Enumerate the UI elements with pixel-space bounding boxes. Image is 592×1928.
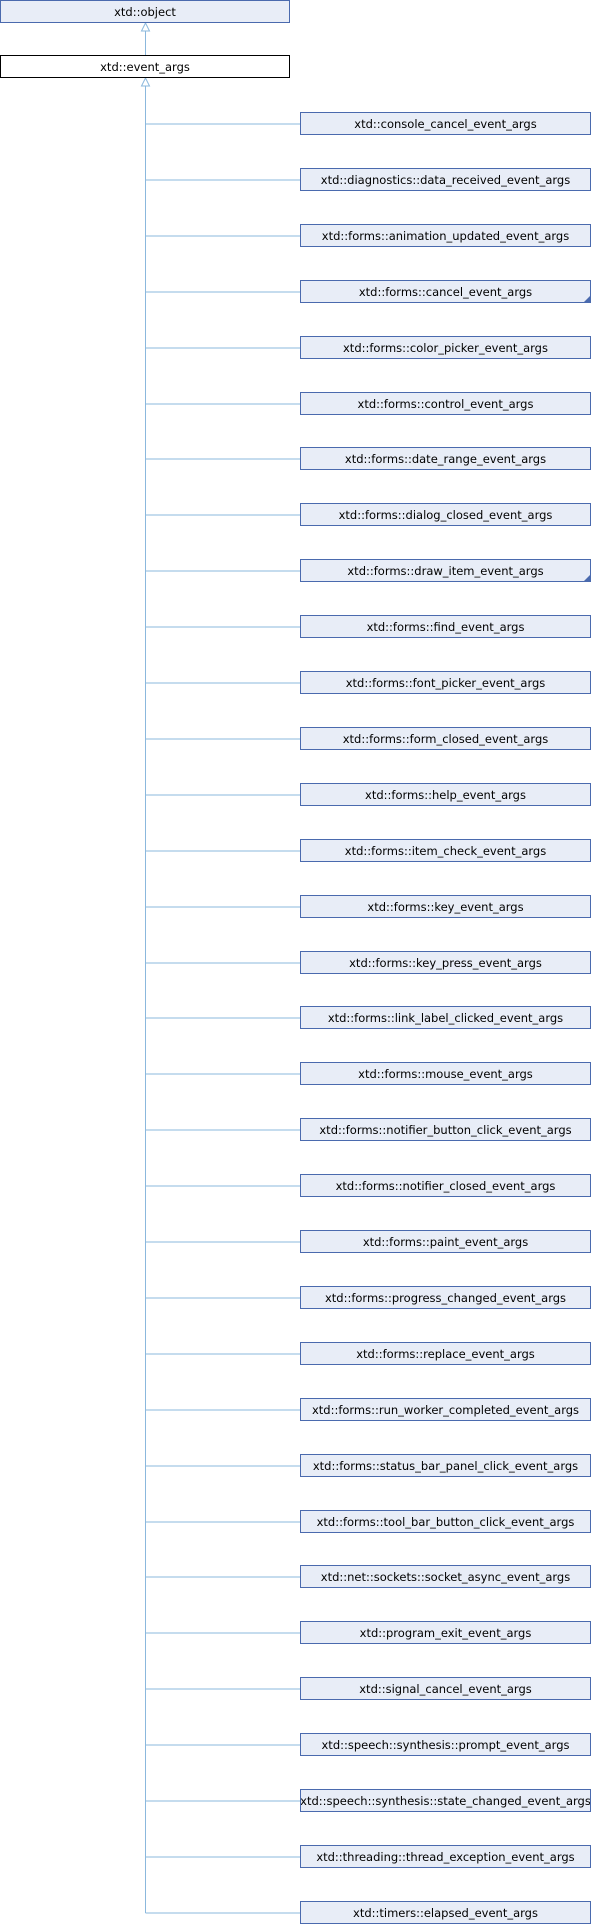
class-node-child[interactable]: xtd::forms::cancel_event_args [300,280,591,303]
class-node-label: xtd::forms::color_picker_event_args [343,340,548,355]
class-node-label: xtd::object [114,4,176,19]
class-node-child[interactable]: xtd::forms::notifier_button_click_event_… [300,1118,591,1141]
class-node-label: xtd::threading::thread_exception_event_a… [316,1849,575,1864]
class-node-child[interactable]: xtd::forms::tool_bar_button_click_event_… [300,1510,591,1533]
class-node-child[interactable]: xtd::speech::synthesis::state_changed_ev… [300,1789,591,1812]
class-node-child[interactable]: xtd::forms::key_press_event_args [300,951,591,974]
class-node-current: xtd::event_args [0,55,290,78]
class-node-child[interactable]: xtd::forms::dialog_closed_event_args [300,503,591,526]
class-node-child[interactable]: xtd::forms::control_event_args [300,392,591,415]
class-node-child[interactable]: xtd::forms::color_picker_event_args [300,336,591,359]
class-node-child[interactable]: xtd::threading::thread_exception_event_a… [300,1845,591,1868]
class-node-label: xtd::program_exit_event_args [359,1625,532,1640]
class-node-label: xtd::forms::link_label_clicked_event_arg… [327,1010,564,1025]
inheritance-arrowhead [140,76,151,87]
class-node-child[interactable]: xtd::forms::draw_item_event_args [300,559,591,582]
class-node-label: xtd::forms::help_event_args [365,787,526,802]
class-node-child[interactable]: xtd::forms::mouse_event_args [300,1062,591,1085]
class-node-label: xtd::forms::notifier_button_click_event_… [319,1122,572,1137]
class-node-label: xtd::forms::animation_updated_event_args [321,228,570,243]
class-node-child[interactable]: xtd::forms::run_worker_completed_event_a… [300,1398,591,1421]
class-node-child[interactable]: xtd::timers::elapsed_event_args [300,1901,591,1924]
class-node-label: xtd::signal_cancel_event_args [359,1681,532,1696]
class-node-child[interactable]: xtd::forms::animation_updated_event_args [300,224,591,247]
class-node-child[interactable]: xtd::forms::help_event_args [300,783,591,806]
class-node-label: xtd::event_args [100,59,190,74]
class-node-label: xtd::forms::dialog_closed_event_args [338,507,553,522]
class-node-label: xtd::forms::draw_item_event_args [347,563,544,578]
class-node-label: xtd::console_cancel_event_args [354,116,537,131]
class-node-child[interactable]: xtd::forms::progress_changed_event_args [300,1286,591,1309]
class-node-label: xtd::forms::replace_event_args [356,1346,535,1361]
class-node-label: xtd::forms::progress_changed_event_args [324,1290,567,1305]
class-node-label: xtd::speech::synthesis::state_changed_ev… [300,1793,591,1808]
class-node-child[interactable]: xtd::diagnostics::data_received_event_ar… [300,168,591,191]
class-node-label: xtd::forms::mouse_event_args [358,1066,533,1081]
class-node-label: xtd::forms::paint_event_args [362,1234,529,1249]
class-node-child[interactable]: xtd::forms::replace_event_args [300,1342,591,1365]
class-node-child[interactable]: xtd::forms::find_event_args [300,615,591,638]
class-node-child[interactable]: xtd::console_cancel_event_args [300,112,591,135]
class-node-label: xtd::forms::key_event_args [367,899,524,914]
class-node-label: xtd::forms::item_check_event_args [344,843,547,858]
class-node-child[interactable]: xtd::forms::date_range_event_args [300,447,591,470]
class-node-label: xtd::speech::synthesis::prompt_event_arg… [321,1737,570,1752]
class-node-child[interactable]: xtd::forms::status_bar_panel_click_event… [300,1454,591,1477]
class-node-label: xtd::diagnostics::data_received_event_ar… [320,172,571,187]
class-node-child[interactable]: xtd::signal_cancel_event_args [300,1677,591,1700]
inheritance-diagram: xtd::object xtd::event_args xtd::console… [0,0,592,1928]
more-subclasses-marker [584,575,590,581]
class-node-child[interactable]: xtd::speech::synthesis::prompt_event_arg… [300,1733,591,1756]
class-node-child[interactable]: xtd::forms::notifier_closed_event_args [300,1174,591,1197]
class-node-child[interactable]: xtd::forms::form_closed_event_args [300,727,591,750]
inheritance-arrowhead [140,21,151,32]
class-node-child[interactable]: xtd::program_exit_event_args [300,1621,591,1644]
class-node-child[interactable]: xtd::forms::item_check_event_args [300,839,591,862]
class-node-label: xtd::timers::elapsed_event_args [353,1905,538,1920]
class-node-label: xtd::forms::key_press_event_args [349,955,542,970]
class-node-child[interactable]: xtd::forms::paint_event_args [300,1230,591,1253]
class-node-label: xtd::forms::notifier_closed_event_args [335,1178,556,1193]
class-node-label: xtd::forms::date_range_event_args [344,451,547,466]
class-node-label: xtd::net::sockets::socket_async_event_ar… [320,1569,571,1584]
class-node-label: xtd::forms::control_event_args [357,396,534,411]
class-node-label: xtd::forms::run_worker_completed_event_a… [311,1402,580,1417]
class-node-child[interactable]: xtd::forms::key_event_args [300,895,591,918]
class-node-label: xtd::forms::font_picker_event_args [345,675,546,690]
class-node-label: xtd::forms::cancel_event_args [358,284,533,299]
class-node-label: xtd::forms::form_closed_event_args [342,731,549,746]
class-node-child[interactable]: xtd::forms::link_label_clicked_event_arg… [300,1006,591,1029]
class-node-child[interactable]: xtd::net::sockets::socket_async_event_ar… [300,1565,591,1588]
class-node-child[interactable]: xtd::forms::font_picker_event_args [300,671,591,694]
class-node-root[interactable]: xtd::object [0,0,290,23]
class-node-label: xtd::forms::status_bar_panel_click_event… [312,1458,579,1473]
class-node-label: xtd::forms::find_event_args [366,619,525,634]
class-node-label: xtd::forms::tool_bar_button_click_event_… [316,1514,575,1529]
more-subclasses-marker [584,296,590,302]
